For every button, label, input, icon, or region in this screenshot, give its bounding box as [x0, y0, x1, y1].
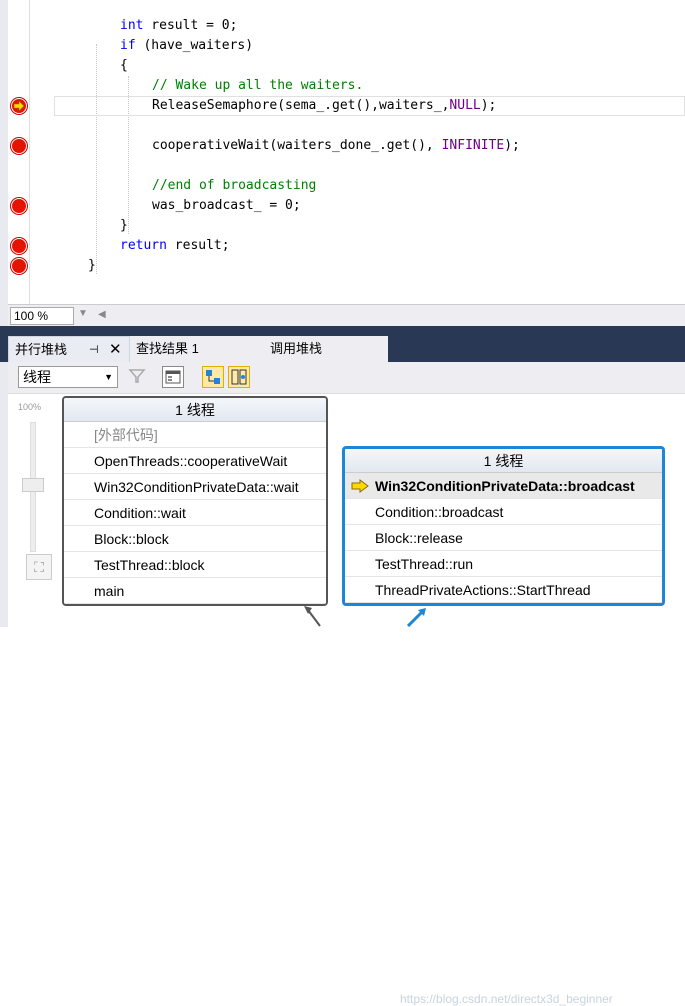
auto-scroll-icon[interactable]	[228, 366, 250, 388]
node-connectors	[304, 606, 426, 627]
filter-icon[interactable]	[126, 366, 148, 388]
parallel-stacks-canvas[interactable]: 100% ⛶ 1 线程 [外部代码] OpenThreads::cooperat…	[8, 394, 685, 1006]
breakpoint-icon[interactable]	[11, 258, 27, 274]
window-edge	[0, 0, 8, 627]
code-line: // Wake up all the waiters.	[152, 78, 364, 93]
code-line: return result;	[120, 238, 230, 253]
code-line: if (have_waiters)	[120, 38, 254, 53]
tab-label: 并行堆栈	[15, 342, 68, 357]
tab-parallel-stacks[interactable]: 并行堆栈 ⊣ ✕	[8, 336, 130, 362]
code-editor[interactable]: int result = 0; if (have_waiters) { // Wake…	[0, 0, 685, 304]
breakpoint-icon[interactable]	[11, 138, 27, 154]
code-line: ReleaseSemaphore(sema_.get(),waiters_,NU…	[152, 98, 497, 113]
tab-call-stack[interactable]: 调用堆栈	[260, 336, 388, 362]
code-line: //end of broadcasting	[152, 178, 317, 193]
scroll-left-icon[interactable]: ◀	[98, 309, 106, 320]
pin-icon[interactable]: ⊣	[89, 337, 99, 363]
code-line: {	[120, 58, 128, 73]
breakpoint-icon[interactable]	[11, 198, 27, 214]
editor-status-row: 100 % ▼ ◀	[8, 304, 685, 326]
code-line: cooperativeWait(waiters_done_.get(), INF…	[152, 138, 520, 153]
toggle-method-view-button[interactable]	[162, 366, 184, 388]
view-mode-value: 线程	[23, 369, 51, 385]
tab-find-results[interactable]: 查找结果 1	[130, 336, 260, 362]
layout-icon[interactable]	[202, 366, 224, 388]
tool-window-tabstrip: 并行堆栈 ⊣ ✕ 查找结果 1 调用堆栈	[0, 326, 685, 362]
tab-label: 查找结果 1	[136, 341, 199, 356]
code-line: was_broadcast_ = 0;	[152, 198, 301, 213]
breakpoint-gutter[interactable]	[8, 0, 30, 304]
chevron-down-icon: ▼	[104, 372, 113, 382]
parallel-stacks-toolbar: 线程 ▼	[8, 362, 685, 394]
indent-guide	[96, 44, 97, 274]
tab-label: 调用堆栈	[270, 341, 323, 356]
chevron-down-icon[interactable]: ▼	[78, 308, 88, 319]
close-icon[interactable]: ✕	[109, 337, 122, 363]
code-line: }	[88, 258, 96, 273]
watermark: https://blog.csdn.net/directx3d_beginner	[400, 992, 613, 1006]
zoom-level-value: 100 %	[14, 309, 49, 323]
breakpoint-icon[interactable]	[11, 238, 27, 254]
breakpoint-icon[interactable]	[11, 98, 27, 114]
code-line: }	[120, 218, 128, 233]
zoom-level-combo[interactable]: 100 %	[10, 307, 74, 325]
view-mode-select[interactable]: 线程 ▼	[18, 366, 118, 388]
code-line: int result = 0;	[120, 18, 238, 33]
